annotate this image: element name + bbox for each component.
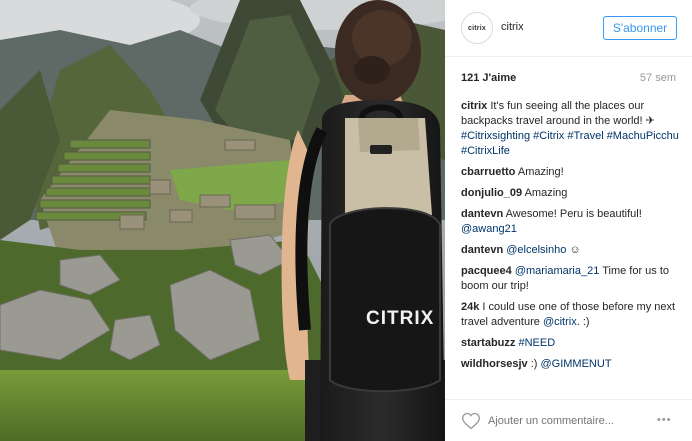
post-details-panel: citrix citrix S'abonner 121 J'aime 57 se… <box>445 0 692 441</box>
comment-username[interactable]: donjulio_09 <box>461 187 522 199</box>
comment-mention[interactable]: @mariamaria_21 <box>515 265 600 277</box>
username[interactable]: citrix <box>501 21 524 33</box>
post-header: citrix citrix S'abonner <box>445 0 692 57</box>
post-stats: 121 J'aime 57 sem <box>461 72 676 86</box>
follow-button[interactable]: S'abonner <box>603 16 677 40</box>
comment-text: Amazing! <box>517 166 564 178</box>
comment-text-after: ☺ <box>566 244 581 256</box>
comment-text: It's fun seeing all the places our backp… <box>461 100 655 127</box>
comment-username[interactable]: wildhorsesjv <box>461 358 528 370</box>
comment-item: dantevn @elcelsinho ☺ <box>461 243 679 258</box>
comment-username[interactable]: 24k <box>461 301 479 313</box>
comment-hashtag[interactable]: #NEED <box>518 337 555 349</box>
citrix-backpack-logo: CITRIX <box>366 308 435 329</box>
comment-hashtags[interactable]: #Citrixsighting #Citrix #Travel #MachuPi… <box>461 130 679 157</box>
comment-item: dantevn Awesome! Peru is beautiful! @awa… <box>461 207 679 237</box>
comment-mention[interactable]: @awang21 <box>461 223 517 235</box>
comment-text: Awesome! Peru is beautiful! <box>505 208 642 220</box>
comment-mention[interactable]: @elcelsinho <box>506 244 566 256</box>
post-time[interactable]: 57 sem <box>640 72 676 84</box>
comment-text-after: . :) <box>576 316 590 328</box>
comment-mention[interactable]: @citrix <box>543 316 577 328</box>
more-options-icon[interactable]: ••• <box>657 414 679 426</box>
comment-list: citrix It's fun seeing all the places ou… <box>461 99 679 378</box>
likes-count[interactable]: 121 J'aime <box>461 72 516 84</box>
comment-item: wildhorsesjv :) @GIMMENUT <box>461 357 679 372</box>
comment-mention[interactable]: @GIMMENUT <box>540 358 611 370</box>
comment-text: Amazing <box>524 187 568 199</box>
comment-item: pacquee4 @mariamaria_21 Time for us to b… <box>461 264 679 294</box>
machu-picchu-image <box>0 0 445 441</box>
comment-username[interactable]: startabuzz <box>461 337 515 349</box>
heart-icon[interactable] <box>461 411 481 431</box>
comment-item: citrix It's fun seeing all the places ou… <box>461 99 679 159</box>
comment-username[interactable]: citrix <box>461 100 487 112</box>
avatar[interactable]: citrix <box>461 12 493 44</box>
comment-item: 24k I could use one of those before my n… <box>461 300 679 330</box>
post-photo[interactable]: CITRIX <box>0 0 445 441</box>
comment-username[interactable]: dantevn <box>461 244 503 256</box>
avatar-logo-text: citrix <box>468 24 486 32</box>
comment-username[interactable]: dantevn <box>461 208 503 220</box>
comment-input[interactable] <box>488 412 638 430</box>
comment-username[interactable]: cbarruetto <box>461 166 515 178</box>
comment-item: donjulio_09 Amazing <box>461 186 679 201</box>
comment-username[interactable]: pacquee4 <box>461 265 512 277</box>
add-comment-bar: ••• <box>445 399 692 441</box>
comment-item: cbarruetto Amazing! <box>461 165 679 180</box>
comment-item: startabuzz #NEED <box>461 336 679 351</box>
